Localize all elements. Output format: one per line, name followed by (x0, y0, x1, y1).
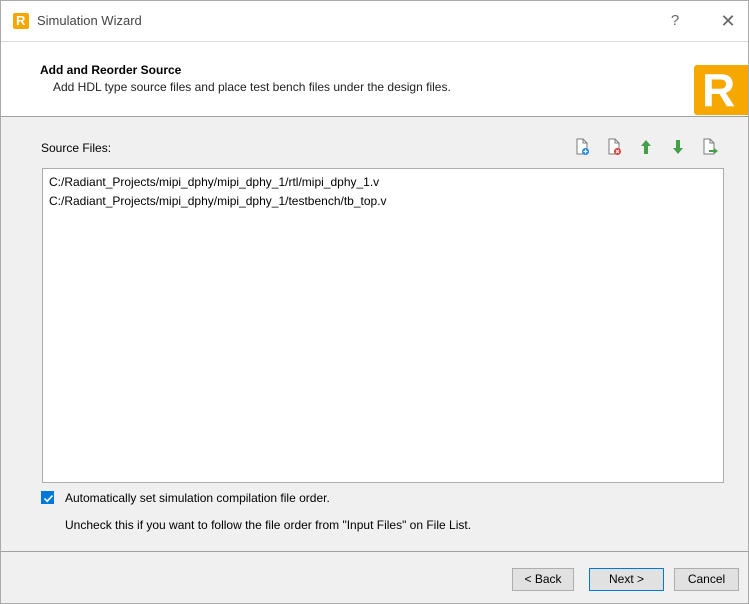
move-up-icon (641, 140, 651, 154)
title-bar: Simulation Wizard ? ✕ (1, 1, 748, 41)
export-file-button[interactable] (699, 136, 721, 158)
move-up-button[interactable] (635, 136, 657, 158)
add-file-icon (576, 138, 589, 155)
next-button[interactable]: Next > (589, 568, 664, 591)
window-title: Simulation Wizard (37, 13, 142, 28)
auto-order-label[interactable]: Automatically set simulation compilation… (65, 491, 330, 505)
export-file-icon (703, 138, 718, 155)
remove-file-icon (608, 138, 621, 155)
auto-order-checkbox[interactable] (41, 491, 54, 504)
add-file-button[interactable] (571, 136, 593, 158)
wizard-header: Add and Reorder Source Add HDL type sour… (1, 41, 748, 117)
page-subtitle: Add HDL type source files and place test… (53, 80, 451, 94)
move-down-button[interactable] (667, 136, 689, 158)
help-button[interactable]: ? (663, 9, 687, 33)
close-button[interactable]: ✕ (716, 9, 740, 33)
cancel-button[interactable]: Cancel (674, 568, 739, 591)
radiant-app-icon (13, 13, 29, 29)
back-button[interactable]: < Back (512, 568, 574, 591)
source-files-label: Source Files: (41, 141, 112, 155)
remove-file-button[interactable] (603, 136, 625, 158)
auto-order-hint: Uncheck this if you want to follow the f… (65, 518, 472, 532)
page-title: Add and Reorder Source (40, 63, 182, 77)
footer-divider (1, 551, 748, 552)
checkmark-icon (43, 495, 54, 503)
simulation-wizard-window: Simulation Wizard ? ✕ Add and Reorder So… (0, 0, 749, 604)
logo-letter: R (702, 65, 736, 115)
source-file-list[interactable]: C:/Radiant_Projects/mipi_dphy/mipi_dphy_… (42, 168, 724, 483)
source-toolbar (571, 136, 721, 158)
radiant-logo: R (694, 65, 748, 115)
file-list-item[interactable]: C:/Radiant_Projects/mipi_dphy/mipi_dphy_… (49, 192, 717, 211)
move-down-icon (673, 140, 683, 154)
file-list-item[interactable]: C:/Radiant_Projects/mipi_dphy/mipi_dphy_… (49, 173, 717, 192)
